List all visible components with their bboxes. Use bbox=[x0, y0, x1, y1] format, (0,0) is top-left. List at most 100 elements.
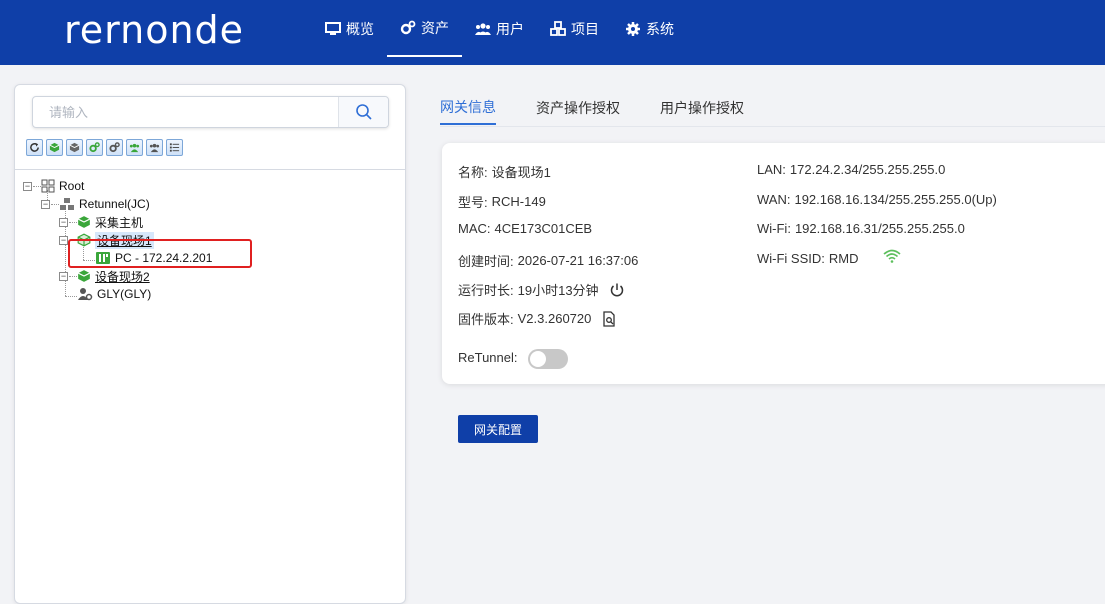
cube-green-icon bbox=[77, 270, 91, 282]
nav-assets-label: 资产 bbox=[421, 19, 449, 36]
collapse-toggle[interactable]: − bbox=[23, 181, 32, 191]
refresh-button[interactable] bbox=[26, 139, 43, 156]
toggle-knob bbox=[530, 351, 546, 367]
search-button[interactable] bbox=[338, 97, 388, 127]
gear-icon bbox=[626, 21, 640, 36]
cube-green-icon bbox=[49, 142, 60, 153]
info-retunnel-key: ReTunnel: bbox=[458, 350, 518, 365]
nav-projects[interactable]: 项目 bbox=[537, 0, 612, 57]
network-cubes-icon bbox=[60, 198, 74, 210]
info-name: 名称: 设备现场1 bbox=[458, 162, 551, 181]
info-wifi-value: 192.168.16.31/255.255.255.0 bbox=[794, 221, 965, 236]
cogs-gray-button[interactable] bbox=[106, 139, 123, 156]
detail-tabs: 网关信息 资产操作授权 用户操作授权 bbox=[440, 91, 784, 127]
users-green-icon bbox=[129, 143, 140, 153]
list-button[interactable] bbox=[166, 139, 183, 156]
asset-tree-panel: − Root − Retunnel(JC) − 采集主机 − 设备现场1 bbox=[14, 84, 406, 604]
users-icon bbox=[475, 22, 491, 35]
search-input[interactable] bbox=[33, 97, 340, 127]
list-icon bbox=[169, 143, 180, 152]
info-lan: LAN: 172.24.2.34/255.255.255.0 bbox=[757, 162, 945, 177]
info-ssid-value: RMD bbox=[828, 251, 859, 266]
info-wan-key: WAN: bbox=[757, 192, 791, 207]
info-uptime: 运行时长: 19小时13分钟 bbox=[458, 280, 625, 299]
tree-toolbar bbox=[26, 139, 183, 156]
cubes-icon bbox=[550, 20, 566, 36]
brand-logo[interactable]: rernonde bbox=[64, 8, 244, 52]
cogs-icon bbox=[400, 20, 416, 34]
info-firmware-value: V2.3.260720 bbox=[517, 311, 592, 326]
info-uptime-key: 运行时长: bbox=[458, 283, 514, 298]
cube-gray-button[interactable] bbox=[66, 139, 83, 156]
tree-node-host[interactable]: − 采集主机 bbox=[59, 213, 143, 231]
tabs-divider bbox=[440, 126, 1105, 127]
annotation-highlight-box bbox=[68, 239, 252, 268]
info-name-key: 名称: bbox=[458, 165, 488, 180]
cube-green-icon bbox=[77, 216, 91, 228]
users-green-button[interactable] bbox=[126, 139, 143, 156]
tree-search bbox=[32, 96, 389, 128]
tree-node-site2[interactable]: − 设备现场2 bbox=[59, 267, 150, 285]
info-mac-key: MAC: bbox=[458, 221, 491, 236]
nav-system-label: 系统 bbox=[646, 20, 674, 37]
cube-gray-icon bbox=[69, 142, 80, 153]
cube-green-button[interactable] bbox=[46, 139, 63, 156]
firmware-check-icon[interactable] bbox=[601, 310, 617, 327]
tree-label-root: Root bbox=[59, 179, 85, 193]
info-lan-value: 172.24.2.34/255.255.255.0 bbox=[789, 162, 946, 177]
panel-divider bbox=[15, 169, 405, 170]
nav-users[interactable]: 用户 bbox=[462, 0, 537, 57]
info-wifi: Wi-Fi: 192.168.16.31/255.255.255.0 bbox=[757, 221, 965, 236]
info-wan: WAN: 192.168.16.134/255.255.255.0(Up) bbox=[757, 192, 997, 207]
info-created-value: 2026-07-21 16:37:06 bbox=[517, 253, 639, 268]
collapse-toggle[interactable]: − bbox=[59, 235, 68, 245]
info-mac: MAC: 4CE173C01CEB bbox=[458, 221, 592, 236]
info-created: 创建时间: 2026-07-21 16:37:06 bbox=[458, 251, 638, 270]
tree-label-site2: 设备现场2 bbox=[95, 269, 150, 284]
collapse-toggle[interactable]: − bbox=[41, 199, 50, 209]
nav-projects-label: 项目 bbox=[571, 20, 599, 37]
nav-users-label: 用户 bbox=[496, 20, 524, 37]
search-icon bbox=[355, 104, 372, 120]
info-firmware-key: 固件版本: bbox=[458, 312, 514, 327]
info-wan-value: 192.168.16.134/255.255.255.0(Up) bbox=[794, 192, 997, 207]
info-wifi-key: Wi-Fi: bbox=[757, 221, 791, 236]
tab-gateway-info[interactable]: 网关信息 bbox=[440, 91, 496, 125]
root-grid-icon bbox=[41, 179, 55, 193]
cogs-green-icon bbox=[89, 142, 100, 153]
monitor-icon bbox=[325, 21, 341, 35]
retunnel-toggle[interactable] bbox=[528, 349, 568, 369]
info-name-value: 设备现场1 bbox=[491, 165, 551, 180]
tab-user-permission[interactable]: 用户操作授权 bbox=[660, 91, 744, 125]
nav-system[interactable]: 系统 bbox=[612, 0, 687, 57]
cogs-green-button[interactable] bbox=[86, 139, 103, 156]
refresh-icon bbox=[30, 142, 39, 152]
user-settings-icon bbox=[78, 288, 93, 301]
tree-node-retunnel[interactable]: − Retunnel(JC) bbox=[41, 195, 150, 213]
wifi-icon bbox=[882, 249, 901, 263]
nav-overview-label: 概览 bbox=[346, 20, 374, 37]
users-gray-button[interactable] bbox=[146, 139, 163, 156]
main-nav: 概览 资产 用户 项目 系统 bbox=[312, 0, 687, 65]
nav-assets[interactable]: 资产 bbox=[387, 0, 462, 57]
tree-connector bbox=[65, 296, 77, 297]
collapse-toggle[interactable]: − bbox=[59, 271, 68, 281]
info-ssid: Wi-Fi SSID: RMD bbox=[757, 249, 901, 266]
info-firmware: 固件版本: V2.3.260720 bbox=[458, 309, 617, 328]
tree-label-retunnel: Retunnel(JC) bbox=[79, 197, 150, 211]
power-icon[interactable] bbox=[609, 282, 625, 298]
info-mac-value: 4CE173C01CEB bbox=[494, 221, 593, 236]
top-header: rernonde 概览 资产 用户 项目 系统 bbox=[0, 0, 1105, 65]
tree-label-host: 采集主机 bbox=[95, 215, 144, 230]
info-model: 型号: RCH-149 bbox=[458, 192, 546, 211]
cogs-gray-icon bbox=[109, 142, 120, 153]
gateway-config-button[interactable]: 网关配置 bbox=[458, 415, 538, 443]
tab-asset-permission[interactable]: 资产操作授权 bbox=[536, 91, 620, 125]
tree-node-gly[interactable]: GLY(GLY) bbox=[77, 285, 151, 303]
nav-overview[interactable]: 概览 bbox=[312, 0, 387, 57]
info-model-key: 型号: bbox=[458, 195, 488, 210]
info-uptime-value: 19小时13分钟 bbox=[517, 283, 599, 298]
collapse-toggle[interactable]: − bbox=[59, 217, 68, 227]
users-gray-icon bbox=[149, 143, 160, 153]
tree-node-root[interactable]: − Root bbox=[23, 177, 84, 195]
